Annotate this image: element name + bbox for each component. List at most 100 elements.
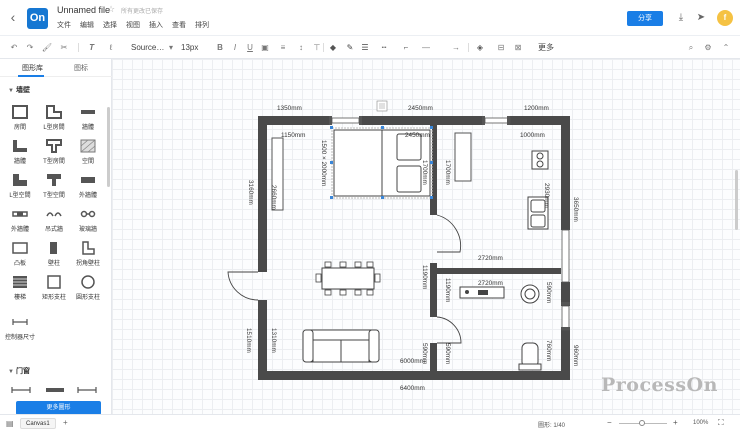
processon-logo[interactable]: On xyxy=(27,8,48,29)
dim-total-width[interactable]: 6400mm xyxy=(400,385,425,392)
shape-l-space[interactable]: L型空間 xyxy=(5,171,35,201)
shape-corner-pilaster[interactable]: 拐角壁柱 xyxy=(73,239,103,269)
menu-insert[interactable]: 插入 xyxy=(149,20,163,30)
shape-t-space[interactable]: T型空間 xyxy=(39,171,69,201)
arrow-end-icon[interactable]: → xyxy=(449,41,463,54)
shape-hanging-wall[interactable]: 吊式牆 xyxy=(39,205,69,235)
add-canvas-icon[interactable]: + xyxy=(63,418,68,427)
section-walls[interactable]: ▼ 墙壁 xyxy=(8,85,30,95)
shape-wall[interactable]: 牆體 xyxy=(73,103,103,133)
toilet[interactable] xyxy=(518,342,542,371)
shape-stairs[interactable]: 樓梯 xyxy=(5,273,35,303)
undo-icon[interactable]: ↶ xyxy=(8,41,20,54)
zoom-slider-handle[interactable] xyxy=(639,420,645,426)
text-valign-icon[interactable]: ⊤ xyxy=(311,41,323,54)
font-size-select[interactable]: 13px xyxy=(181,41,203,54)
zoom-level[interactable]: 100% xyxy=(693,420,708,426)
text-style-icon[interactable]: 𝑻 xyxy=(85,41,99,54)
shape-round-column[interactable]: 圓形支柱 xyxy=(73,273,103,303)
menu-select[interactable]: 选择 xyxy=(103,20,117,30)
canvas-scrollbar[interactable] xyxy=(735,170,738,230)
dim-bed-width[interactable]: 2450mm xyxy=(405,132,430,139)
shape-exterior-wall[interactable]: 外牆體 xyxy=(73,171,103,201)
zoom-out-icon[interactable]: − xyxy=(607,418,612,427)
dim-door-right[interactable]: 590mm xyxy=(444,343,451,364)
tab-icons[interactable]: 图标 xyxy=(74,63,88,73)
fill-color-icon[interactable]: ◆ xyxy=(327,41,339,54)
shape-bulge[interactable]: 凸板 xyxy=(5,239,35,269)
dim-top-middle[interactable]: 2450mm xyxy=(408,105,433,112)
dim-door-left[interactable]: 590mm xyxy=(421,343,428,364)
bathroom-counter[interactable] xyxy=(459,286,505,299)
share-button[interactable]: 分享 xyxy=(627,11,663,26)
dim-desk-height[interactable]: 1700mm xyxy=(444,160,451,185)
dim-right-wall[interactable]: 3650mm xyxy=(572,197,579,222)
avatar[interactable]: f xyxy=(717,10,733,26)
line-style-icon[interactable]: ┅ xyxy=(377,41,391,54)
shape-room[interactable]: 房間 xyxy=(5,103,35,133)
back-arrow-icon[interactable]: ‹ xyxy=(6,10,20,24)
send-icon[interactable]: ➤ xyxy=(695,12,707,24)
floor-plan[interactable]: .dim{font-family:"Liberation Sans","Deja… xyxy=(112,59,740,414)
shape-rect-column[interactable]: 矩形支柱 xyxy=(39,273,69,303)
dim-corridor[interactable]: 2720mm xyxy=(478,255,503,262)
dim-room1-width[interactable]: 1150mm xyxy=(281,132,305,139)
door-shapes-row[interactable] xyxy=(10,384,100,396)
shape-l-room[interactable]: L型房間 xyxy=(39,103,69,133)
selection-handle-icon[interactable] xyxy=(376,100,388,112)
menu-file[interactable]: 文件 xyxy=(57,20,71,30)
arrow-start-icon[interactable]: — xyxy=(419,41,433,54)
align-icon[interactable]: ⊟ xyxy=(495,41,507,54)
fit-screen-icon[interactable]: ⛶ xyxy=(718,418,724,428)
washbasin[interactable] xyxy=(520,284,540,304)
shape-dimension[interactable]: 控制器尺寸 xyxy=(5,313,35,343)
left-panel-scrollbar[interactable] xyxy=(107,107,110,187)
menu-edit[interactable]: 编辑 xyxy=(80,20,94,30)
dim-right-lower[interactable]: 960mm xyxy=(572,345,579,366)
dim-kitchen-counter[interactable]: 2720mm xyxy=(478,280,503,287)
canvas-tab[interactable]: Canvas1 xyxy=(20,418,56,429)
dim-toilet-height[interactable]: 760mm xyxy=(545,340,552,361)
italic-icon[interactable]: I xyxy=(230,41,240,54)
drawing-canvas[interactable]: .dim{font-family:"Liberation Sans","Deja… xyxy=(112,59,740,414)
menu-view[interactable]: 视图 xyxy=(126,20,140,30)
layer-icon[interactable]: ◈ xyxy=(474,41,486,54)
stove[interactable] xyxy=(531,150,549,170)
collapse-icon[interactable]: ⌃ xyxy=(720,41,732,54)
section-doors[interactable]: ▼ 门窗 xyxy=(8,366,30,376)
shape-exterior-wall-2[interactable]: 外牆體 xyxy=(5,205,35,235)
connector-icon[interactable]: ⌐ xyxy=(399,41,413,54)
shape-wall-2[interactable]: 牆體 xyxy=(5,137,35,167)
chevron-down-icon[interactable]: ▾ xyxy=(167,41,175,54)
zoom-in-icon[interactable]: + xyxy=(673,418,678,427)
more-menu[interactable]: 更多 xyxy=(536,41,556,54)
shape-glass-wall[interactable]: 玻璃牆 xyxy=(73,205,103,235)
dim-bath-height[interactable]: 590mm xyxy=(545,282,552,303)
underline-icon[interactable]: U xyxy=(245,41,255,54)
dim-kitchen-height[interactable]: 2930mm xyxy=(543,183,550,208)
pages-icon[interactable]: ▤ xyxy=(6,419,14,428)
dim-bed-size[interactable]: 1500 × 2000mm xyxy=(320,140,327,186)
menu-arrange[interactable]: 排列 xyxy=(195,20,209,30)
tab-shapes[interactable]: 图形库 xyxy=(22,63,43,73)
dim-left-wall-lower[interactable]: 1510mm xyxy=(245,328,252,353)
dim-bedroom-left[interactable]: 2660mm xyxy=(270,185,277,210)
dim-partition-right[interactable]: 1190mm xyxy=(444,278,451,302)
more-shapes-button[interactable]: 更多圖形 xyxy=(16,401,101,415)
dim-wardrobe-height[interactable]: 1700mm xyxy=(421,160,428,185)
format-painter-icon[interactable]: 🖌 xyxy=(41,41,53,54)
clear-format-icon[interactable]: ✂ xyxy=(58,41,70,54)
shape-space[interactable]: 空間 xyxy=(73,137,103,167)
dim-partition[interactable]: 1190mm xyxy=(421,265,428,289)
redo-icon[interactable]: ↷ xyxy=(24,41,36,54)
dim-living-height[interactable]: 1310mm xyxy=(270,328,277,353)
dim-top-right[interactable]: 1200mm xyxy=(524,105,549,112)
dim-left-wall-upper[interactable]: 3160mm xyxy=(247,180,254,205)
line-color-icon[interactable]: ✎ xyxy=(344,41,356,54)
text-box-icon[interactable]: ▣ xyxy=(259,41,271,54)
dim-bath-top[interactable]: 1000mm xyxy=(520,132,545,139)
search-icon[interactable]: ⌕ xyxy=(685,41,697,54)
star-icon[interactable]: ☆ xyxy=(107,4,115,15)
menu-look[interactable]: 查看 xyxy=(172,20,186,30)
bold-icon[interactable]: B xyxy=(215,41,225,54)
